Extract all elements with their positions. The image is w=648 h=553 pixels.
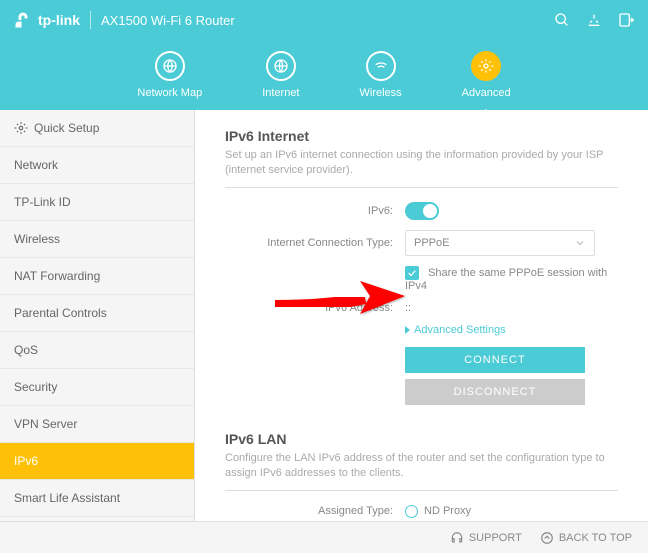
ipv6-addr-value: :: <box>405 302 411 314</box>
brand-text: tp-link <box>38 12 80 28</box>
tab-network-map[interactable]: Network Map <box>137 51 202 99</box>
tab-wireless[interactable]: Wireless <box>360 51 402 99</box>
connect-button[interactable]: CONNECT <box>405 347 585 373</box>
support-button[interactable]: SUPPORT <box>450 531 522 545</box>
gear-icon <box>14 121 28 135</box>
conn-type-value: PPPoE <box>414 237 449 249</box>
ipv6-toggle[interactable] <box>405 202 439 220</box>
section-title-lan: IPv6 LAN <box>225 431 618 447</box>
radio-icon <box>405 505 418 518</box>
tab-label: Internet <box>262 87 299 99</box>
tab-internet[interactable]: Internet <box>262 51 299 99</box>
section-title-internet: IPv6 Internet <box>225 128 618 144</box>
chevron-down-icon <box>574 237 586 249</box>
brand-logo: tp-link <box>14 11 80 29</box>
sidebar-item-tplink-id[interactable]: TP-Link ID <box>0 184 194 221</box>
disconnect-button[interactable]: DISCONNECT <box>405 379 585 405</box>
sidebar-item-qos[interactable]: QoS <box>0 332 194 369</box>
arrow-up-circle-icon <box>540 531 554 545</box>
tp-link-icon <box>14 11 32 29</box>
divider <box>225 490 618 491</box>
tab-label: Wireless <box>360 87 402 99</box>
content: IPv6 Internet Set up an IPv6 internet co… <box>195 110 648 553</box>
footer: SUPPORT BACK TO TOP <box>0 521 648 553</box>
tab-label: Advanced <box>462 87 511 99</box>
sidebar-item-security[interactable]: Security <box>0 369 194 406</box>
share-pppoe-label: Share the same PPPoE session with IPv4 <box>405 267 607 292</box>
radio-nd-proxy[interactable]: ND Proxy <box>405 505 618 518</box>
triangle-right-icon <box>405 326 410 334</box>
logout-icon[interactable] <box>618 12 634 28</box>
sidebar-item-nat[interactable]: NAT Forwarding <box>0 258 194 295</box>
section-desc-lan: Configure the LAN IPv6 address of the ro… <box>225 451 618 482</box>
sidebar-item-vpn[interactable]: VPN Server <box>0 406 194 443</box>
sidebar-item-parental[interactable]: Parental Controls <box>0 295 194 332</box>
top-bar: tp-link AX1500 Wi-Fi 6 Router <box>0 0 648 40</box>
divider <box>225 187 618 188</box>
main-tabs: Network Map Internet Wireless Advanced <box>0 40 648 110</box>
tab-advanced[interactable]: Advanced <box>462 51 511 99</box>
label-ipv6: IPv6: <box>225 205 405 217</box>
body: Quick Setup Network TP-Link ID Wireless … <box>0 110 648 553</box>
sidebar: Quick Setup Network TP-Link ID Wireless … <box>0 110 195 553</box>
section-desc-internet: Set up an IPv6 internet connection using… <box>225 148 618 179</box>
sidebar-item-network[interactable]: Network <box>0 147 194 184</box>
sidebar-item-smart-life[interactable]: Smart Life Assistant <box>0 480 194 517</box>
headset-icon <box>450 531 464 545</box>
sidebar-item-wireless[interactable]: Wireless <box>0 221 194 258</box>
label-conn-type: Internet Connection Type: <box>225 237 405 249</box>
top-actions <box>554 12 634 28</box>
led-icon[interactable] <box>586 12 602 28</box>
product-name: AX1500 Wi-Fi 6 Router <box>101 13 235 28</box>
divider <box>90 11 91 29</box>
label-ipv6-addr: IPv6 Address: <box>225 302 405 314</box>
conn-type-select[interactable]: PPPoE <box>405 230 595 256</box>
label-assigned-type: Assigned Type: <box>225 505 405 517</box>
share-pppoe-checkbox[interactable] <box>405 266 419 280</box>
back-to-top-button[interactable]: BACK TO TOP <box>540 531 632 545</box>
tab-label: Network Map <box>137 87 202 99</box>
advanced-settings-link[interactable]: Advanced Settings <box>405 324 506 336</box>
sidebar-item-ipv6[interactable]: IPv6 <box>0 443 194 480</box>
search-icon[interactable] <box>554 12 570 28</box>
sidebar-item-quick-setup[interactable]: Quick Setup <box>0 110 194 147</box>
